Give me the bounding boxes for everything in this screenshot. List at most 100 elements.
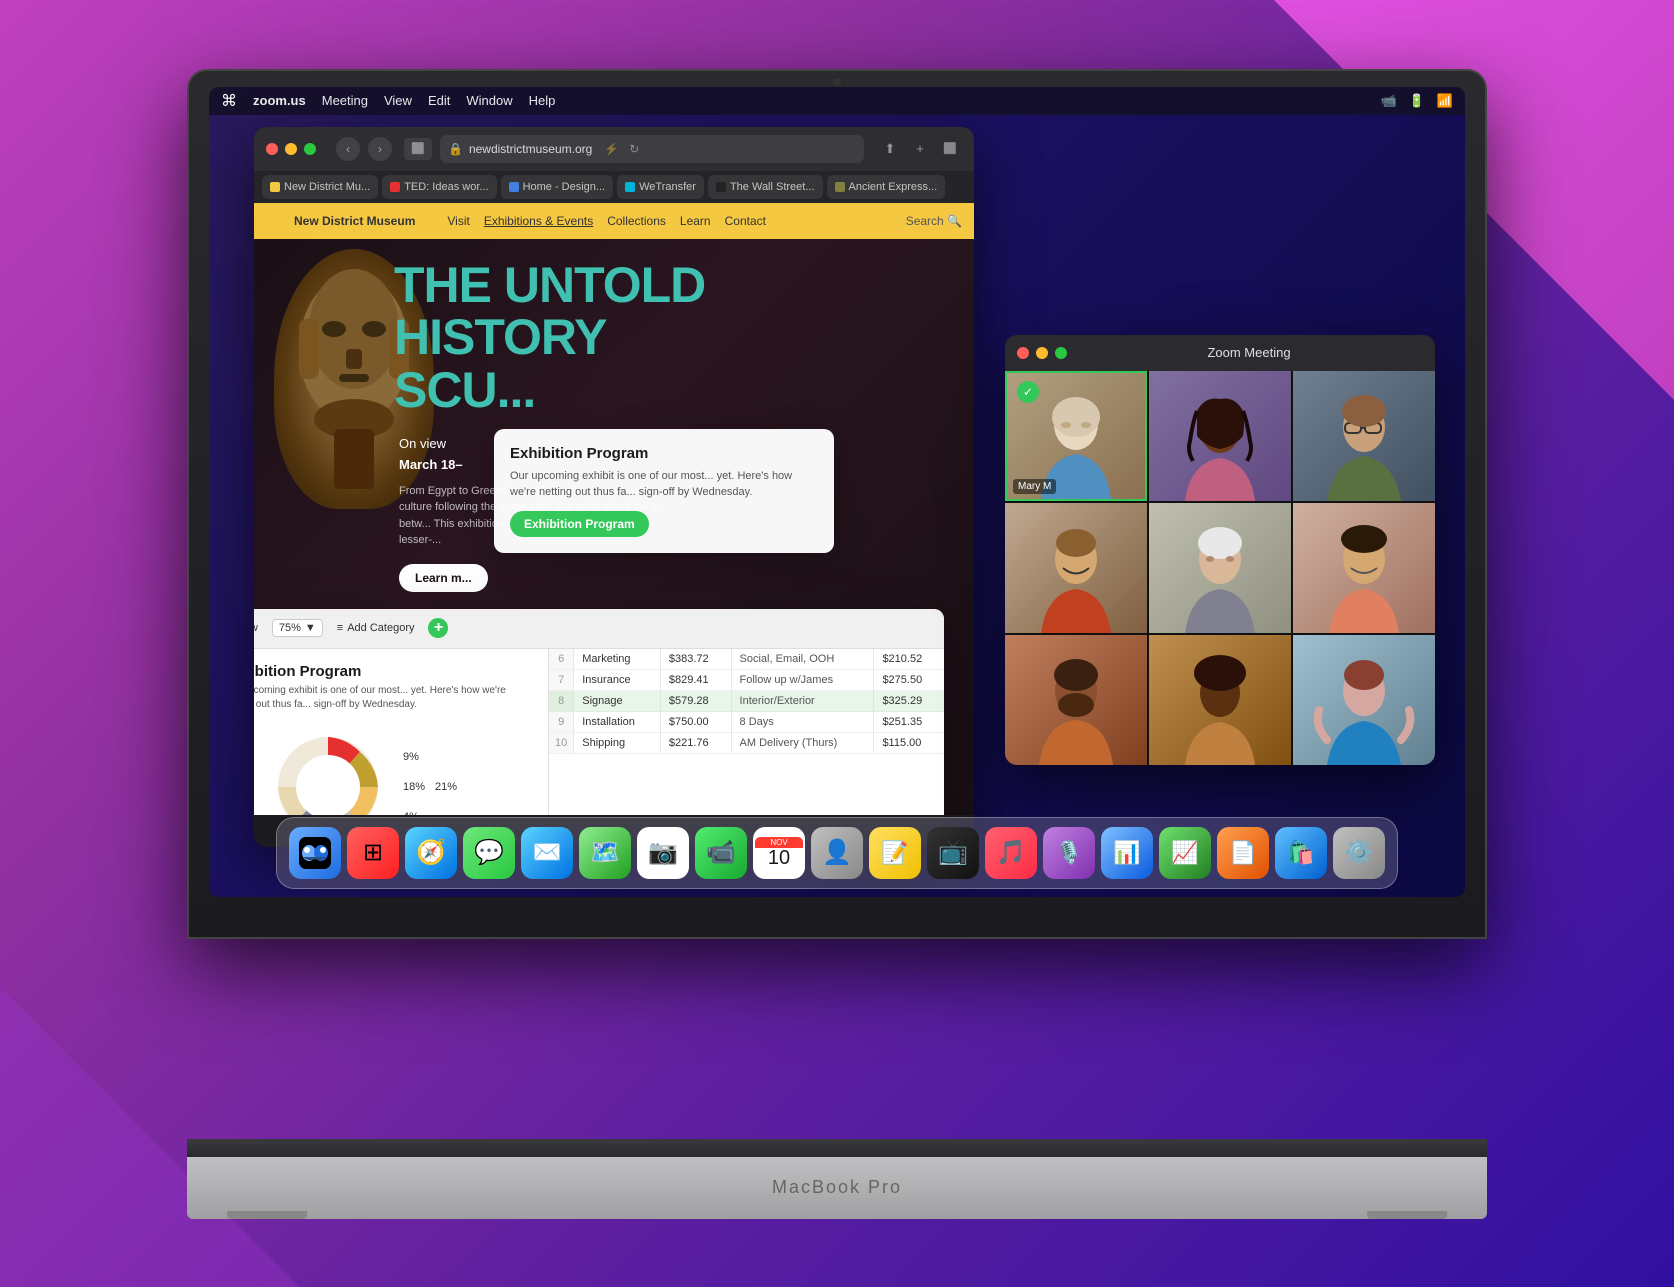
menubar-edit[interactable]: Edit	[428, 93, 450, 108]
tab-label-new-district: New District Mu...	[284, 181, 370, 193]
zoom-minimize-button[interactable]	[1036, 347, 1048, 359]
new-tab-button[interactable]: +	[908, 137, 932, 161]
museum-title: THE UNTOLD HISTORY SCU...	[394, 259, 705, 417]
row-detail-9: 8 Days	[731, 711, 874, 732]
nav-exhibitions[interactable]: Exhibitions & Events	[484, 214, 593, 228]
table-row-6: 6 Marketing $383.72 Social, Email, OOH $…	[549, 649, 944, 670]
menubar-help[interactable]: Help	[529, 93, 556, 108]
zoom-participant-8	[1149, 635, 1291, 765]
p8-bg	[1149, 635, 1291, 765]
museum-title-line1: THE UNTOLD	[394, 259, 705, 312]
row-value-10: $115.00	[874, 732, 944, 753]
row-amount-8: $579.28	[660, 690, 731, 711]
exhibition-program-btn[interactable]: Exhibition Program	[510, 511, 649, 537]
maximize-button[interactable]	[304, 143, 316, 155]
row-num-6: 6	[549, 649, 574, 670]
nav-visit[interactable]: Visit	[447, 214, 469, 228]
dock-appletv[interactable]: 📺	[927, 827, 979, 879]
dock-systemprefs[interactable]: ⚙️	[1333, 827, 1385, 879]
dock-safari[interactable]: 🧭	[405, 827, 457, 879]
tab-ted[interactable]: TED: Ideas wor...	[382, 175, 496, 199]
zoom-title: Zoom Meeting	[1075, 345, 1423, 360]
close-button[interactable]	[266, 143, 278, 155]
view-button[interactable]: ⊞View	[254, 622, 258, 635]
share-button[interactable]: ⬆	[878, 137, 902, 161]
dock-messages[interactable]: 💬	[463, 827, 515, 879]
nav-collections[interactable]: Collections	[607, 214, 666, 228]
menubar-meeting[interactable]: Meeting	[322, 93, 368, 108]
menubar-facetime-icon: 📹	[1380, 93, 1396, 109]
tabs-button[interactable]: ⬜	[938, 137, 962, 161]
safari-tabs-bar: New District Mu... TED: Ideas wor... Hom…	[254, 171, 974, 203]
zoom-participant-9	[1293, 635, 1435, 765]
tab-label-wetransfer: WeTransfer	[639, 181, 696, 193]
macbook-bottom: MacBook Pro	[187, 1157, 1487, 1219]
menubar-view[interactable]: View	[384, 93, 412, 108]
address-bar[interactable]: 🔒 newdistrictmuseum.org ⚡ ↻	[440, 135, 864, 163]
museum-search[interactable]: Search 🔍	[906, 214, 962, 228]
p1-name: Mary M	[1013, 479, 1056, 494]
macbook-base: MacBook Pro	[187, 1139, 1487, 1219]
dock-maps[interactable]: 🗺️	[579, 827, 631, 879]
pct-18: 18%	[403, 781, 425, 793]
dock-facetime[interactable]: 📹	[695, 827, 747, 879]
dock-notes[interactable]: 📝	[869, 827, 921, 879]
p7-bg	[1005, 635, 1147, 765]
dock-pages[interactable]: 📄	[1217, 827, 1269, 879]
dock-photos[interactable]: 📷	[637, 827, 689, 879]
menubar: ⌘ zoom.us Meeting View Edit Window Help …	[209, 87, 1465, 115]
tab-label-ted: TED: Ideas wor...	[404, 181, 488, 193]
apple-menu[interactable]: ⌘	[221, 91, 237, 111]
zoom-participant-2	[1149, 371, 1291, 501]
dock-launchpad[interactable]: ⊞	[347, 827, 399, 879]
dock-music[interactable]: 🎵	[985, 827, 1037, 879]
macbook-foot-right	[1367, 1211, 1447, 1219]
reload-icon[interactable]: ↻	[629, 142, 639, 156]
museum-nav-links: Visit Exhibitions & Events Collections L…	[447, 214, 766, 228]
tab-design[interactable]: Home - Design...	[501, 175, 614, 199]
p2-bg	[1149, 371, 1291, 501]
dock-keynote[interactable]: 📊	[1101, 827, 1153, 879]
nav-contact[interactable]: Contact	[725, 214, 766, 228]
add-category-button[interactable]: ≡Add Category	[337, 622, 415, 634]
menubar-window[interactable]: Window	[466, 93, 512, 108]
minimize-button[interactable]	[285, 143, 297, 155]
dock-mail[interactable]: ✉️	[521, 827, 573, 879]
translate-icon[interactable]: ⚡	[604, 142, 619, 156]
nav-learn[interactable]: Learn	[680, 214, 711, 228]
tab-favicon-design	[509, 182, 519, 192]
tab-favicon-ted	[390, 182, 400, 192]
back-button[interactable]: ‹	[336, 137, 360, 161]
tab-wetransfer[interactable]: WeTransfer	[617, 175, 704, 199]
museum-learn-btn[interactable]: Learn m...	[399, 569, 488, 587]
dock-calendar[interactable]: NOV 10	[753, 827, 805, 879]
dock-podcasts[interactable]: 🎙️	[1043, 827, 1095, 879]
pct-9b: 9%	[403, 751, 425, 763]
p9-figure	[1299, 655, 1429, 765]
dock-finder[interactable]	[289, 827, 341, 879]
sidebar-button[interactable]: ⬜	[404, 138, 432, 160]
numbers-chart-title: Exhibition Program	[254, 663, 534, 680]
zoom-button[interactable]: 75% ▼	[272, 619, 323, 637]
add-row-button[interactable]: +	[428, 618, 448, 638]
museum-site-name[interactable]: New District Museum	[294, 214, 415, 228]
macbook-hinge	[187, 1139, 1487, 1157]
zoom-maximize-button[interactable]	[1055, 347, 1067, 359]
zoom-close-button[interactable]	[1017, 347, 1029, 359]
tab-new-district[interactable]: New District Mu...	[262, 175, 378, 199]
macbook: ⌘ zoom.us Meeting View Edit Window Help …	[187, 69, 1487, 1219]
chart-percentages-right: 9% 18% 4%	[403, 751, 425, 815]
forward-button[interactable]: ›	[368, 137, 392, 161]
menubar-app-name[interactable]: zoom.us	[253, 93, 306, 108]
museum-favicon	[266, 213, 282, 229]
p9-bg	[1293, 635, 1435, 765]
p7-figure	[1011, 655, 1141, 765]
zoom-participant-3	[1293, 371, 1435, 501]
p6-bg	[1293, 503, 1435, 633]
dock-contacts[interactable]: 👤	[811, 827, 863, 879]
tab-ancient[interactable]: Ancient Express...	[827, 175, 946, 199]
dock-numbers[interactable]: 📈	[1159, 827, 1211, 879]
numbers-chart-desc: Our upcoming exhibit is one of our most.…	[254, 684, 534, 712]
dock-appstore[interactable]: 🛍️	[1275, 827, 1327, 879]
tab-wsj[interactable]: The Wall Street...	[708, 175, 823, 199]
